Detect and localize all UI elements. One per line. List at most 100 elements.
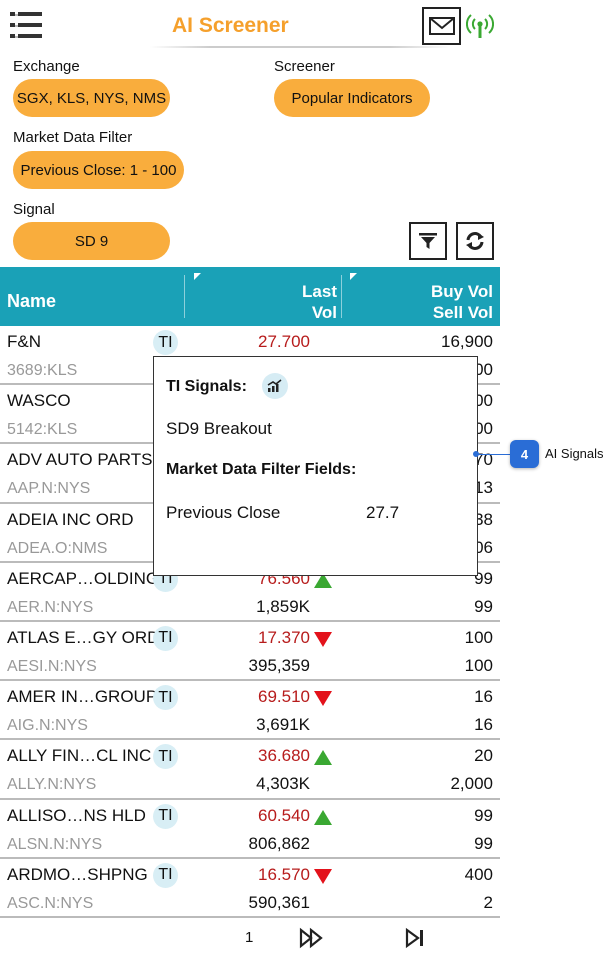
column-header-name[interactable]: Name bbox=[7, 291, 56, 312]
column-divider bbox=[184, 275, 185, 318]
last-price: 17.370 bbox=[258, 627, 310, 647]
signal-dropdown[interactable]: SD 9 bbox=[13, 222, 170, 260]
column-header-buy-vol: Buy Vol bbox=[430, 282, 493, 301]
stock-code: 3689:KLS bbox=[7, 362, 78, 379]
stock-name: ALLISO…NS HLD bbox=[7, 805, 146, 825]
column-divider bbox=[341, 275, 342, 318]
sell-volume: 99 bbox=[474, 596, 493, 616]
volume: 806,862 bbox=[248, 833, 310, 853]
ti-signals-title: TI Signals: bbox=[166, 378, 247, 395]
column-header-sell-vol: Sell Vol bbox=[432, 303, 493, 322]
app-header: AI Screener bbox=[0, 0, 500, 50]
filter-button[interactable] bbox=[409, 222, 447, 260]
table-row[interactable]: ATLAS E…GY ORD AESI.N:NYS TI 17.370 395,359 1… bbox=[0, 622, 500, 682]
ti-signals-popup[interactable]: TI Signals: SD9 Breakout Market Data Fil… bbox=[153, 356, 478, 576]
stock-code: ASC.N:NYS bbox=[7, 894, 94, 912]
skip-to-end-icon[interactable] bbox=[402, 925, 432, 951]
stock-name: ARDMO…SHPNG bbox=[7, 864, 148, 884]
volume: 3,691K bbox=[256, 715, 310, 735]
refresh-icon bbox=[466, 232, 484, 250]
buy-volume: 20 bbox=[474, 746, 493, 766]
chart-signal-icon bbox=[262, 373, 288, 399]
sell-volume: 100 bbox=[464, 655, 493, 675]
market-data-filter-label: Market Data Filter bbox=[13, 129, 133, 146]
callout-line bbox=[476, 454, 512, 455]
screener-dropdown[interactable]: Popular Indicators bbox=[274, 79, 430, 117]
market-data-filter-dropdown[interactable]: Previous Close: 1 - 100 bbox=[13, 151, 184, 189]
table-row[interactable]: ALLISO…NS HLD ALSN.N:NYS TI 60.540 806,862 99… bbox=[0, 800, 500, 859]
column-header-last: Last bbox=[302, 282, 337, 301]
hamburger-menu-icon[interactable] bbox=[10, 12, 42, 38]
last-price: 36.680 bbox=[258, 746, 310, 766]
last-price: 60.540 bbox=[258, 805, 310, 825]
page-title: AI Screener bbox=[172, 14, 289, 37]
stock-name: ADV AUTO PARTS bbox=[7, 450, 153, 470]
stock-code: ALLY.N:NYS bbox=[7, 776, 97, 794]
column-header-vol: Vol bbox=[311, 303, 337, 322]
column-header-last-vol[interactable]: Last Vol bbox=[302, 281, 337, 323]
stock-code: AER.N:NYS bbox=[7, 598, 94, 616]
stock-code: AAP.N:NYS bbox=[7, 480, 91, 498]
header-divider bbox=[150, 46, 450, 48]
sort-corner-marker bbox=[194, 273, 201, 280]
stock-code: ALSN.N:NYS bbox=[7, 835, 103, 853]
exchange-label: Exchange bbox=[13, 58, 80, 75]
table-row[interactable]: ARDMO…SHPNG ASC.N:NYS TI 16.570 590,361 400 2 bbox=[0, 859, 500, 918]
table-row[interactable]: AMER IN…GROUP AIG.N:NYS TI 69.510 3,691K 16 16 bbox=[0, 681, 500, 741]
ti-badge[interactable]: TI bbox=[153, 744, 178, 770]
ti-badge[interactable]: TI bbox=[153, 625, 178, 651]
ti-badge[interactable]: TI bbox=[153, 862, 178, 888]
sort-corner-marker bbox=[350, 273, 357, 280]
buy-volume: 16,900 bbox=[441, 332, 493, 351]
filter-field-name: Previous Close bbox=[166, 503, 281, 522]
refresh-button[interactable] bbox=[456, 222, 494, 260]
screener-label: Screener bbox=[274, 58, 335, 75]
signal-item: SD9 Breakout bbox=[166, 419, 272, 438]
envelope-icon bbox=[428, 17, 455, 35]
callout-badge: 4 bbox=[510, 440, 539, 468]
volume: 4,303K bbox=[256, 774, 310, 794]
buy-volume: 100 bbox=[464, 627, 493, 647]
ti-badge[interactable]: TI bbox=[153, 330, 178, 355]
trend-down-icon bbox=[314, 868, 332, 884]
stock-code: 5142:KLS bbox=[7, 421, 78, 439]
last-price: 16.570 bbox=[258, 864, 310, 884]
stock-name: ADEIA INC ORD bbox=[7, 509, 134, 529]
filter-field-value: 27.7 bbox=[366, 503, 400, 522]
signal-label: Signal bbox=[13, 201, 55, 218]
stock-name: AMER IN…GROUP bbox=[7, 687, 158, 707]
buy-volume: 99 bbox=[474, 805, 493, 825]
fast-forward-icon[interactable] bbox=[297, 925, 327, 951]
stock-code: AESI.N:NYS bbox=[7, 657, 97, 675]
column-header-buy-sell-vol[interactable]: Buy Vol Sell Vol bbox=[431, 281, 493, 323]
stock-name: ALLY FIN…CL INC bbox=[7, 746, 152, 766]
last-price: 69.510 bbox=[258, 687, 310, 707]
trend-up-icon bbox=[314, 750, 332, 766]
sell-volume: 2 bbox=[483, 892, 493, 912]
table-row[interactable]: ALLY FIN…CL INC ALLY.N:NYS TI 36.680 4,303K 2… bbox=[0, 740, 500, 800]
page-number: 1 bbox=[245, 929, 254, 946]
volume: 395,359 bbox=[248, 655, 310, 675]
table-header: Name Last Vol Buy Vol Sell Vol bbox=[0, 267, 500, 326]
trend-down-icon bbox=[314, 631, 332, 647]
sell-volume: 99 bbox=[474, 833, 493, 853]
volume: 1,859K bbox=[256, 596, 310, 616]
stock-code: ADEA.O:NMS bbox=[7, 539, 108, 557]
mail-button[interactable] bbox=[422, 7, 461, 45]
market-data-filter-fields-title: Market Data Filter Fields: bbox=[166, 461, 357, 478]
ti-badge[interactable]: TI bbox=[153, 685, 178, 711]
ti-badge[interactable]: TI bbox=[153, 803, 178, 829]
stock-name: AERCAP…OLDING bbox=[7, 568, 160, 588]
stock-name: ATLAS E…GY ORD bbox=[7, 627, 160, 647]
stock-code: AIG.N:NYS bbox=[7, 717, 88, 735]
screener-app: AI Screener Exchange SGX, KLS, NYS, NMS … bbox=[0, 0, 500, 955]
buy-volume: 16 bbox=[474, 687, 493, 707]
buy-volume: 400 bbox=[464, 864, 493, 884]
trend-up-icon bbox=[314, 809, 332, 825]
trend-down-icon bbox=[314, 691, 332, 707]
callout-label: AI Signals bbox=[545, 446, 604, 461]
broadcast-signal-icon[interactable] bbox=[466, 12, 494, 40]
sell-volume: 16 bbox=[474, 715, 493, 735]
last-price: 27.700 bbox=[258, 332, 310, 351]
exchange-dropdown[interactable]: SGX, KLS, NYS, NMS bbox=[13, 79, 170, 117]
